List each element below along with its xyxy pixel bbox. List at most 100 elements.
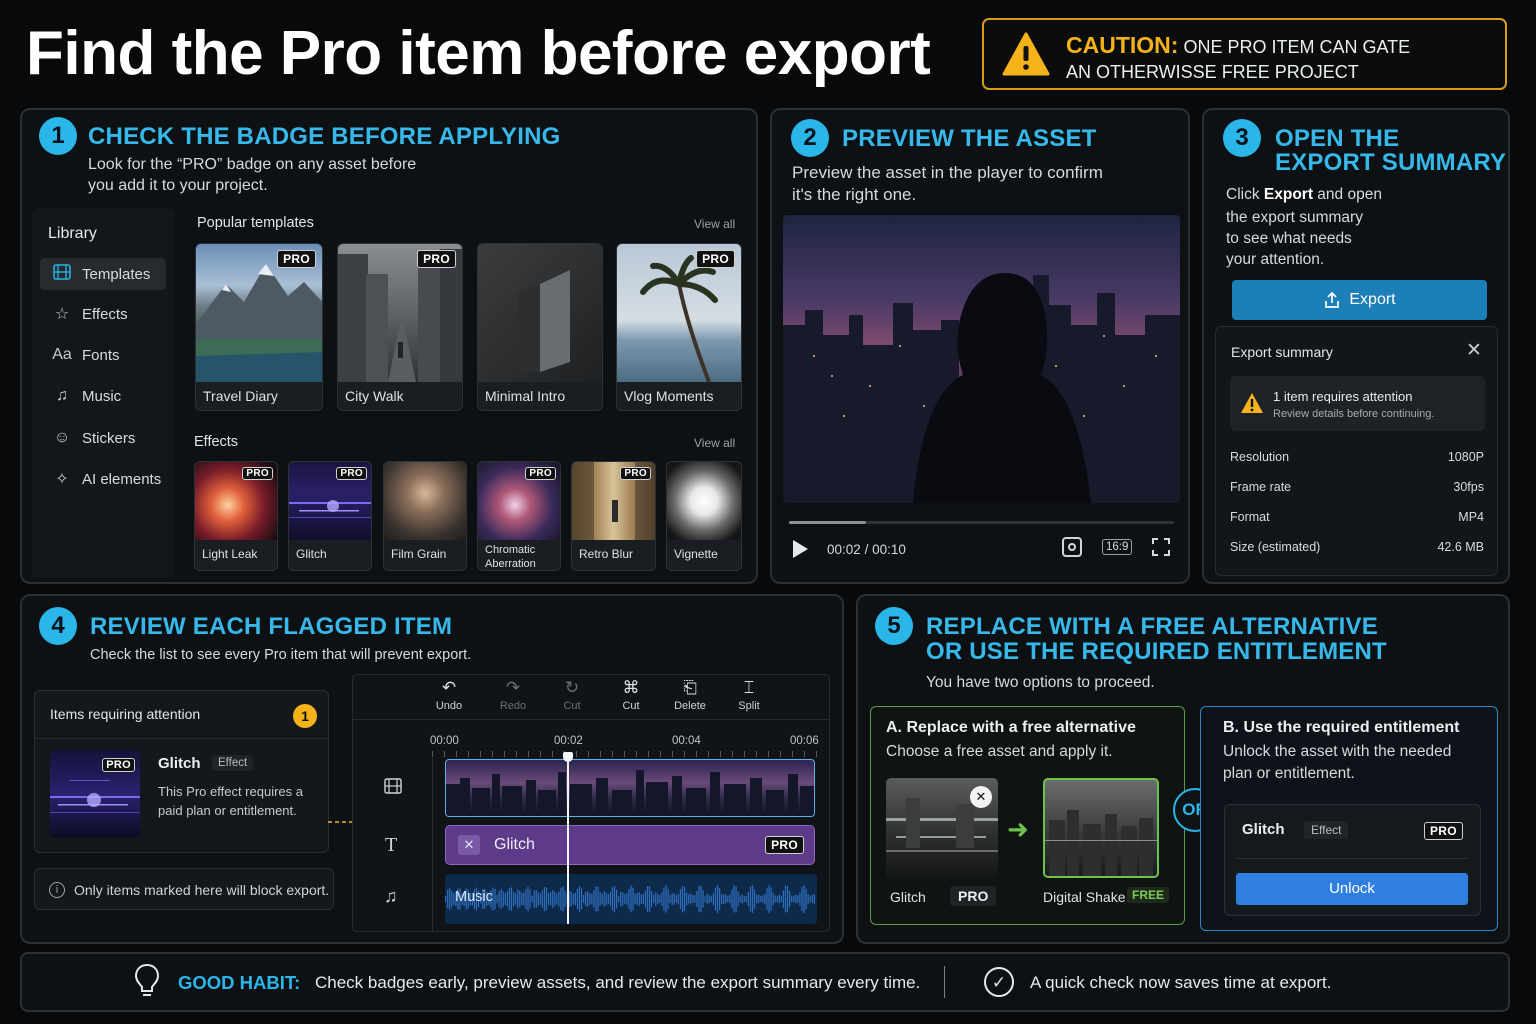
effect-clip[interactable]: ✕ Glitch PRO xyxy=(445,825,815,865)
text-track-icon: T xyxy=(385,834,398,856)
step3-desc-bold: Export xyxy=(1263,186,1313,203)
toolbar-label: Redo xyxy=(499,700,527,712)
caution-line1: ONE PRO ITEM CAN GATE xyxy=(1183,37,1411,57)
templates-heading: Popular templates xyxy=(197,215,314,231)
template-minimal-intro[interactable]: Minimal Intro xyxy=(477,243,603,411)
template-city-walk[interactable]: PRO City Walk xyxy=(337,243,463,411)
flagged-item-name: Glitch xyxy=(158,755,201,772)
caution-banner: CAUTION: ONE PRO ITEM CAN GATE AN OTHERW… xyxy=(982,18,1507,90)
footer-label: GOOD HABIT: xyxy=(178,972,301,993)
library-heading: Library xyxy=(48,225,97,242)
sidebar-item-ai-elements[interactable]: ✧ AI elements xyxy=(40,463,190,495)
option-a-from-label: Glitch xyxy=(890,889,926,905)
video-track-icon xyxy=(384,778,402,799)
sidebar-item-fonts[interactable]: Aa Fonts xyxy=(40,339,190,371)
sidebar-item-label: AI elements xyxy=(82,470,162,488)
pro-badge: PRO xyxy=(102,758,135,772)
step2-title: PREVIEW THE ASSET xyxy=(842,125,1097,152)
flagged-item-thumbnail[interactable]: PRO xyxy=(50,750,140,838)
music-clip-label: Music xyxy=(455,889,493,905)
templates-view-all[interactable]: View all xyxy=(694,217,735,231)
playhead[interactable] xyxy=(563,752,574,924)
step5-desc: You have two options to proceed. xyxy=(926,674,1155,691)
sidebar-item-templates[interactable]: Templates xyxy=(40,258,166,290)
sidebar-item-music[interactable]: ♫ Music xyxy=(40,380,190,412)
sidebar-item-label: Stickers xyxy=(82,429,136,447)
fullscreen-icon[interactable] xyxy=(1151,537,1171,557)
template-vlog-moments[interactable]: PRO Vlog Moments xyxy=(616,243,742,411)
option-a-from-badge: PRO xyxy=(950,886,997,906)
timeline-tick: 00:02 xyxy=(554,735,583,747)
step1-desc-2: you add it to your project. xyxy=(88,177,268,194)
split-icon: ⌶ xyxy=(743,678,755,697)
sidebar-item-stickers[interactable]: ☺ Stickers xyxy=(40,422,190,454)
cut-disabled-button[interactable]: ↻ Cut xyxy=(547,678,597,712)
toolbar-label: Delete xyxy=(674,700,706,712)
warning-icon xyxy=(1002,32,1050,76)
scissors-icon: ⌘ xyxy=(622,678,640,697)
caution-line2: AN OTHERWISSE FREE PROJECT xyxy=(1066,62,1359,82)
option-b-title: B. Use the required entitlement xyxy=(1223,719,1460,736)
toolbar-label: Split xyxy=(738,700,760,712)
template-label: Travel Diary xyxy=(203,388,278,404)
effect-chromatic-aberration[interactable]: PRO Chromatic Aberration xyxy=(477,461,561,571)
star-icon: ☆ xyxy=(54,306,70,323)
time-separator: / xyxy=(864,542,869,557)
attention-divider xyxy=(35,738,328,739)
effect-film-grain[interactable]: Film Grain xyxy=(383,461,467,571)
play-button[interactable] xyxy=(793,540,808,558)
effect-light-leak[interactable]: PRO Light Leak xyxy=(194,461,278,571)
snapshot-icon[interactable] xyxy=(1062,537,1082,557)
timeline-ruler xyxy=(432,751,828,757)
sidebar-item-label: Music xyxy=(82,387,122,405)
video-clip[interactable] xyxy=(445,759,815,817)
video-preview[interactable] xyxy=(783,215,1180,503)
music-clip[interactable]: Music xyxy=(445,874,817,924)
effect-label: Light Leak xyxy=(202,547,258,561)
aspect-ratio-button[interactable]: 16:9 xyxy=(1102,539,1133,555)
sidebar-item-effects[interactable]: ☆ Effects xyxy=(40,298,190,330)
sidebar-item-label: Fonts xyxy=(82,346,120,364)
step3-desc-1: Click Export and open xyxy=(1226,186,1382,204)
summary-value: 1080P xyxy=(1447,450,1484,464)
close-icon[interactable]: ✕ xyxy=(1466,339,1482,362)
export-button-label: Export xyxy=(1349,291,1396,308)
effect-label: Vignette xyxy=(674,547,718,561)
sidebar-item-label: Effects xyxy=(82,305,128,323)
cut-button[interactable]: ⌘ Cut xyxy=(606,678,656,712)
attention-heading: Items requiring attention xyxy=(50,706,201,722)
effect-glitch[interactable]: PRO Glitch xyxy=(288,461,372,571)
undo-button[interactable]: ↶ Undo xyxy=(424,678,474,712)
pro-badge: PRO xyxy=(277,250,316,268)
effect-vignette[interactable]: Vignette xyxy=(666,461,742,571)
remove-icon[interactable]: ✕ xyxy=(970,786,992,808)
film-icon xyxy=(46,263,78,285)
option-a-from-thumb[interactable]: ✕ xyxy=(886,778,998,878)
effect-retro-blur[interactable]: PRO Retro Blur xyxy=(571,461,656,571)
effects-view-all[interactable]: View all xyxy=(694,436,735,450)
music-icon: ♫ xyxy=(56,387,68,404)
step2-number: 2 xyxy=(791,119,829,157)
trash-icon: ⎗ xyxy=(683,678,697,697)
export-button[interactable]: Export xyxy=(1232,280,1487,320)
step3-desc-post: and open xyxy=(1312,186,1382,203)
redo-button[interactable]: ↷ Redo xyxy=(488,678,538,712)
lightbulb-icon xyxy=(133,963,161,1004)
player-progress-track[interactable] xyxy=(789,521,1174,524)
summary-key: Frame rate xyxy=(1230,480,1292,494)
template-travel-diary[interactable]: PRO Travel Diary xyxy=(195,243,323,411)
option-a-to-thumb[interactable] xyxy=(1043,778,1159,878)
summary-value: 42.6 MB xyxy=(1437,540,1484,554)
unlock-item-tag: Effect xyxy=(1304,821,1349,839)
pro-badge: PRO xyxy=(525,467,556,480)
footer-separator xyxy=(944,966,945,998)
delete-button[interactable]: ⎗ Delete xyxy=(665,678,715,712)
font-icon: Aa xyxy=(52,346,72,363)
split-button[interactable]: ⌶ Split xyxy=(724,678,774,712)
info-icon: i xyxy=(49,882,65,898)
pro-badge: PRO xyxy=(417,250,456,268)
rotate-icon: ↻ xyxy=(564,678,580,697)
sidebar-item-label: Templates xyxy=(82,265,151,283)
toolbar-label: Cut xyxy=(622,700,640,712)
unlock-button[interactable]: Unlock xyxy=(1236,873,1468,905)
